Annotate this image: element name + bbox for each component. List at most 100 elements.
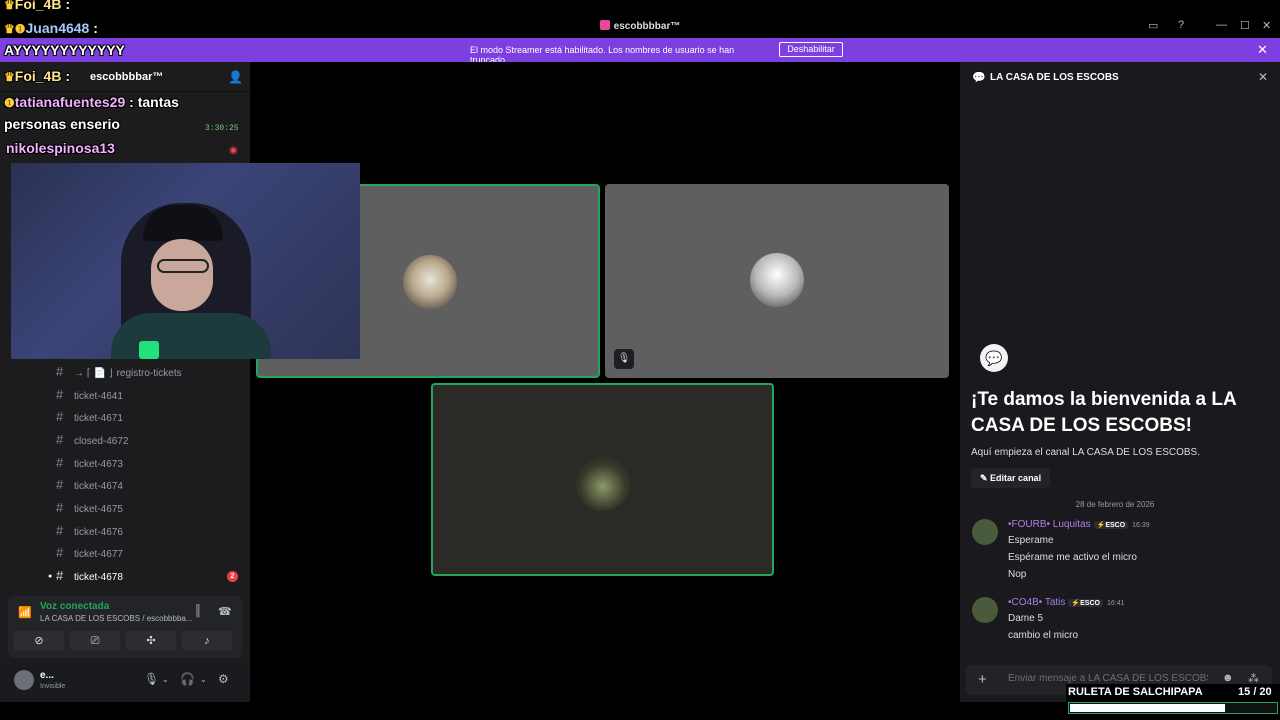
- overlay-chat-user: tatianafuentes29: [14, 94, 126, 110]
- webcam-face: [151, 239, 213, 311]
- screen-share-button[interactable]: ⎚: [70, 631, 120, 651]
- soundboard-button[interactable]: ♪: [182, 631, 232, 651]
- welcome-title: ¡Te damos la bienvenida a LA CASA DE LOS…: [971, 389, 1237, 436]
- chat-bubble-icon: 💬: [980, 344, 1008, 372]
- channel-registro-tickets[interactable]: # → ⌈ 📄 ⌋ registro-tickets: [56, 362, 242, 382]
- participant-avatar-dog: [403, 255, 457, 309]
- channel-closed-4672[interactable]: # closed-4672: [56, 430, 242, 450]
- edit-channel-label: Editar canal: [990, 473, 1042, 483]
- headphones-icon[interactable]: 🎧: [180, 672, 195, 686]
- overlay-chat-line: nikolespinosa13: [6, 140, 115, 156]
- disable-streamer-button[interactable]: Deshabilitar: [779, 42, 843, 57]
- bolt-icon: ⚡: [1071, 600, 1081, 607]
- channel-name: closed-4672: [74, 436, 129, 447]
- channel-ticket-4671[interactable]: # ticket-4671: [56, 407, 242, 427]
- channel-ticket-4641[interactable]: # ticket-4641: [56, 385, 242, 405]
- close-window-button[interactable]: ✕: [1262, 19, 1271, 32]
- roulette-progress-track: [1068, 702, 1278, 714]
- invite-people-icon[interactable]: 👤: [228, 70, 243, 84]
- overlay-chat-line: ♛Foi_4B :: [4, 0, 70, 12]
- inbox-icon[interactable]: ▭: [1148, 19, 1158, 32]
- edit-channel-button[interactable]: ✎ Editar canal: [971, 468, 1051, 488]
- channel-ticket-4676[interactable]: # ticket-4676: [56, 521, 242, 541]
- camera-off-button[interactable]: ⊘: [14, 631, 64, 651]
- hash-icon: #: [56, 409, 64, 424]
- overlay-chat-user: Foi_4B: [14, 68, 62, 84]
- text-chat-panel: 💬 LA CASA DE LOS ESCOBS ✕ 💬 ¡Te damos la…: [960, 62, 1280, 702]
- activities-button[interactable]: ✣: [126, 631, 176, 651]
- overlay-chat-badges: ♛❶: [4, 22, 26, 36]
- voice-status[interactable]: Voz conectada: [40, 601, 109, 612]
- overlay-chat-line: AYYYYYYYYYYYY: [4, 42, 125, 58]
- plus-icon[interactable]: +: [978, 671, 987, 688]
- stream-timer: 3:30:25: [205, 124, 239, 133]
- channel-name: ticket-4671: [74, 413, 123, 424]
- message-author[interactable]: •FOURB• Luquitas: [1008, 519, 1091, 530]
- roulette-current: 15: [1238, 686, 1251, 698]
- message-timestamp: 16:41: [1106, 600, 1125, 607]
- avatar[interactable]: [972, 597, 998, 623]
- server-tag-text: ESCO: [1080, 600, 1100, 607]
- emoji-icon[interactable]: ☻: [1222, 672, 1234, 684]
- channel-ticket-4675[interactable]: # ticket-4675: [56, 498, 242, 518]
- close-icon[interactable]: ✕: [1258, 70, 1268, 84]
- participant-avatar: [576, 457, 630, 511]
- avatar[interactable]: [14, 670, 34, 690]
- chat-bubble-icon: 💬: [972, 72, 986, 84]
- close-icon[interactable]: ✕: [1257, 42, 1268, 58]
- channel-name: registro-tickets: [116, 368, 182, 379]
- overlay-chat-badges: ❶: [4, 96, 15, 110]
- channel-name: ticket-4676: [74, 527, 123, 538]
- overlay-chat-user: nikolespinosa13: [6, 140, 115, 156]
- participant-tile[interactable]: 🎙: [605, 184, 949, 378]
- webcam-light: [139, 341, 159, 359]
- app-logo-icon: [599, 20, 610, 30]
- help-icon[interactable]: ?: [1178, 19, 1184, 31]
- overlay-chat-badges: ♛: [4, 70, 15, 84]
- chevron-down-icon[interactable]: ⌄: [200, 675, 207, 684]
- overlay-chat-line: ♛Foi_4B :: [4, 68, 70, 84]
- server-name[interactable]: escobbbbar™: [90, 71, 163, 83]
- overlay-chat-line: ❶tatianafuentes29 : tantas: [4, 94, 179, 110]
- channel-ticket-4673[interactable]: # ticket-4673: [56, 453, 242, 473]
- channel-ticket-4678[interactable]: # ticket-4678 2: [56, 566, 242, 586]
- settings-gear-icon[interactable]: ⚙: [218, 672, 229, 686]
- channel-name: ticket-4641: [74, 391, 123, 402]
- overlay-chat-sep: :: [125, 94, 138, 110]
- webcam-shirt: [111, 313, 271, 359]
- message-author[interactable]: •CO4B• Tatis: [1008, 597, 1065, 608]
- avatar[interactable]: [972, 519, 998, 545]
- server-tag: ⚡ESCO: [1093, 521, 1129, 529]
- user-status: Invisible: [40, 683, 66, 690]
- channel-name: ticket-4673: [74, 459, 123, 470]
- server-tag: ⚡ESCO: [1068, 599, 1103, 607]
- disconnect-icon[interactable]: ☎: [218, 605, 232, 618]
- date-divider: 28 de febrero de 2026: [1075, 500, 1155, 509]
- roulette-count: 15 / 20: [1238, 686, 1272, 698]
- unread-marker-icon: ●: [48, 573, 53, 580]
- overlay-chat-user: Juan4648: [25, 20, 90, 36]
- noise-suppression-icon[interactable]: ║: [194, 605, 202, 617]
- overlay-chat-sep: :: [89, 20, 98, 36]
- channel-ticket-4677[interactable]: # ticket-4677: [56, 543, 242, 563]
- channel-ticket-4674[interactable]: # ticket-4674: [56, 475, 242, 495]
- message-input[interactable]: [1008, 673, 1208, 684]
- minimize-button[interactable]: —: [1216, 19, 1227, 31]
- maximize-button[interactable]: ☐: [1240, 19, 1250, 32]
- overlay-chat-badges: ♛: [4, 0, 15, 12]
- microphone-icon[interactable]: 🎙: [144, 672, 159, 686]
- participant-tile[interactable]: [431, 383, 774, 576]
- message-text: Esperame: [1008, 535, 1054, 546]
- voice-location[interactable]: LA CASA DE LOS ESCOBS / escobbbba...: [40, 614, 193, 623]
- server-tag-text: ESCO: [1105, 522, 1126, 529]
- channel-name: ticket-4675: [74, 504, 123, 515]
- message-header: •CO4B• Tatis ⚡ESCO 16:41: [1008, 597, 1125, 608]
- signal-icon: 📶: [18, 607, 32, 619]
- streamer-mode-banner: El modo Streamer está habilitado. Los no…: [0, 38, 1280, 65]
- hash-icon: #: [56, 432, 64, 447]
- message-text: Nop: [1008, 569, 1027, 580]
- chevron-down-icon[interactable]: ⌄: [162, 675, 169, 684]
- username[interactable]: e...: [40, 670, 54, 681]
- message-header: •FOURB• Luquitas ⚡ESCO 16:39: [1008, 519, 1150, 530]
- title-bar: escobbbbar™ ▭ ? — ☐ ✕: [0, 16, 1280, 38]
